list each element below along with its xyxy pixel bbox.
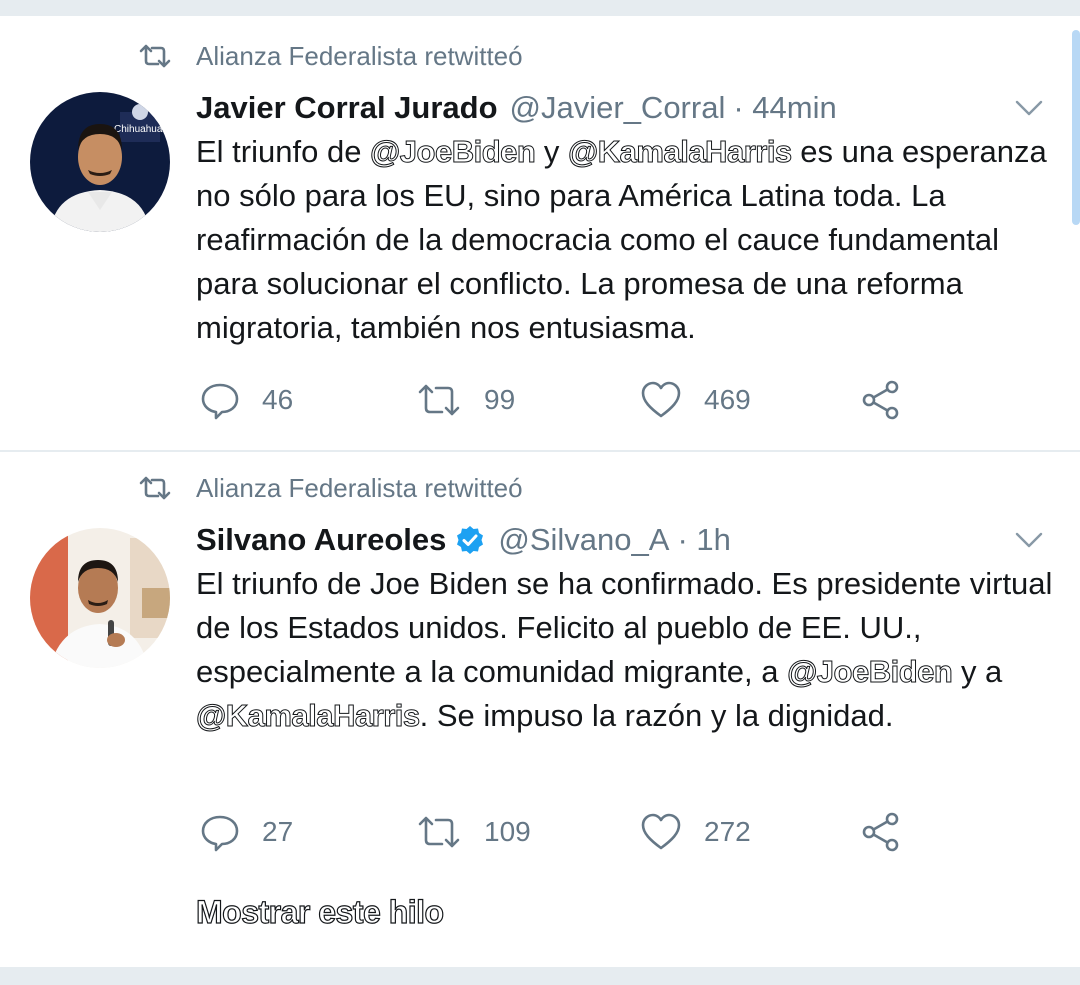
like-button[interactable]: 272 [640, 810, 751, 854]
heart-icon [641, 381, 681, 418]
mention-link[interactable]: @JoeBiden [370, 134, 537, 170]
retweet-count: 109 [484, 816, 531, 847]
tweet-time[interactable]: · 44min [733, 90, 836, 126]
author-handle[interactable]: @Javier_Corral [510, 90, 726, 126]
author-name[interactable]: Silvano Aureoles [196, 522, 446, 558]
retweeted-by-label: Alianza Federalista retwitteó [196, 472, 523, 503]
avatar-javier-corral: Chihuahua [30, 92, 170, 232]
svg-text:Chihuahua: Chihuahua [114, 124, 163, 135]
top-divider [0, 0, 1080, 16]
author-handle[interactable]: @Silvano_A [498, 522, 669, 558]
reply-icon [201, 815, 239, 852]
tweet[interactable]: Alianza Federalista retwitteó Chihuahua … [0, 16, 1080, 452]
show-thread-link[interactable]: Mostrar este hilo [195, 893, 444, 931]
like-count: 469 [704, 384, 751, 415]
mention-link[interactable]: @KamalaHarris [196, 698, 421, 734]
text-segment: El triunfo de [196, 134, 371, 169]
tweet-text: El triunfo de @JoeBiden y @KamalaHarris … [196, 130, 1056, 350]
timeline: Alianza Federalista retwitteó Chihuahua … [0, 0, 1080, 985]
avatar[interactable] [30, 528, 170, 668]
bottom-divider [0, 967, 1080, 985]
tweet-header: Silvano Aureoles @Silvano_A · 1h [196, 518, 731, 562]
retweet-button[interactable]: 109 [416, 810, 531, 854]
retweet-icon [418, 816, 460, 848]
share-icon [862, 380, 899, 420]
tweet-time[interactable]: · 1h [677, 522, 730, 558]
chevron-down-icon[interactable] [1014, 98, 1044, 118]
mention-link[interactable]: @JoeBiden [787, 654, 954, 690]
retweeted-by-label: Alianza Federalista retwitteó [196, 40, 523, 71]
reply-count: 46 [262, 384, 294, 415]
reply-icon [201, 383, 239, 420]
verified-badge-icon [457, 526, 484, 554]
retweet-button[interactable]: 99 [416, 378, 515, 422]
tweet-actions: 46 99 469 [196, 378, 916, 422]
retweet-context: Alianza Federalista retwitteó [138, 36, 523, 76]
mention-link[interactable]: @KamalaHarris [568, 134, 793, 170]
tweet-text: El triunfo de Joe Biden se ha confirmado… [196, 562, 1056, 738]
reply-button[interactable]: 27 [200, 810, 293, 854]
share-icon [862, 812, 899, 852]
chevron-down-icon[interactable] [1014, 530, 1044, 550]
retweet-icon [139, 476, 171, 500]
author-name[interactable]: Javier Corral Jurado [196, 90, 498, 126]
avatar[interactable]: Chihuahua [30, 92, 170, 232]
text-segment: y a [952, 654, 1003, 689]
retweet-icon [139, 44, 171, 68]
reply-button[interactable]: 46 [200, 378, 293, 422]
text-segment: y [535, 134, 569, 169]
reply-count: 27 [262, 816, 294, 847]
heart-icon [641, 813, 681, 850]
tweet[interactable]: Alianza Federalista retwitteó Silvano Au… [0, 452, 1080, 966]
share-button[interactable] [860, 378, 924, 422]
retweet-context: Alianza Federalista retwitteó [138, 468, 523, 508]
like-button[interactable]: 469 [640, 378, 751, 422]
avatar-silvano-aureoles [30, 528, 170, 668]
share-button[interactable] [860, 810, 924, 854]
tweet-header: Javier Corral Jurado @Javier_Corral · 44… [196, 86, 837, 130]
like-count: 272 [704, 816, 751, 847]
tweet-actions: 27 109 272 [196, 810, 916, 854]
retweet-icon [418, 384, 460, 416]
retweet-count: 99 [484, 384, 516, 415]
text-segment: . Se impuso la razón y la dignidad. [419, 698, 894, 733]
